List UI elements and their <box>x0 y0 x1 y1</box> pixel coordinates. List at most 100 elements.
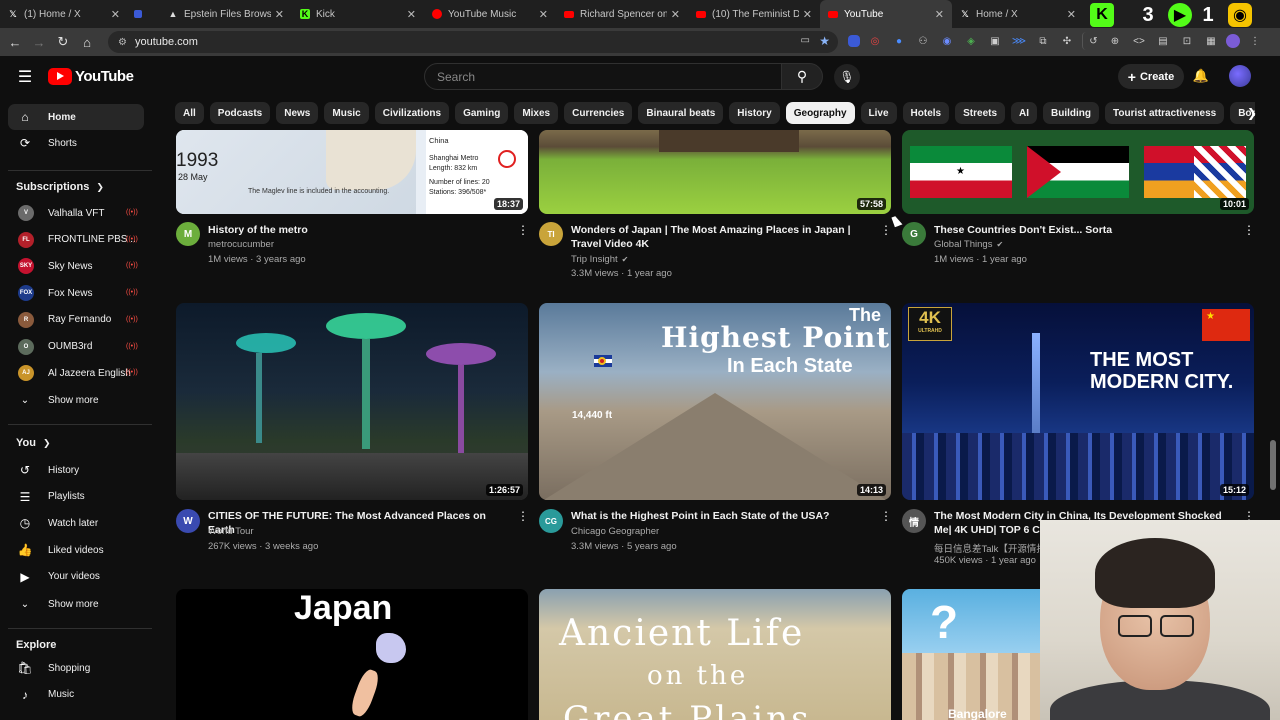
video-thumbnail[interactable]: 57:58 <box>539 130 891 214</box>
subscriptions-heading[interactable]: Subscriptions ❯ <box>16 181 104 193</box>
browser-tab[interactable]: K Kick ✕ <box>292 0 424 28</box>
channel-name[interactable]: Global Things ✔ <box>934 239 1003 250</box>
close-tab-icon[interactable]: ✕ <box>1067 8 1076 21</box>
chip-geography[interactable]: Geography <box>785 102 855 124</box>
chip-all[interactable]: All <box>175 102 204 124</box>
video-title[interactable]: What is the Highest Point in Each State … <box>571 509 876 523</box>
video-title[interactable]: Wonders of Japan | The Most Amazing Plac… <box>571 223 876 251</box>
sidebar-item-subscription[interactable]: R Ray Fernando ((•)) <box>8 307 144 333</box>
show-more-subscriptions[interactable]: ⌄ Show more <box>8 387 144 413</box>
sidebar-item-subscription[interactable]: FL FRONTLINE PBS ... ((•)) <box>8 227 144 253</box>
browser-tab[interactable] <box>128 0 160 28</box>
extension-icon[interactable]: ◉ <box>938 32 956 50</box>
channel-avatar[interactable]: 情 <box>902 509 926 533</box>
channel-name[interactable]: World Tour <box>208 526 254 537</box>
close-tab-icon[interactable]: ✕ <box>803 8 812 21</box>
menu-kebab-icon[interactable]: ⋮ <box>1246 32 1264 50</box>
chip-hotels[interactable]: Hotels <box>902 102 950 124</box>
video-title[interactable]: These Countries Don't Exist... Sorta <box>934 223 1234 237</box>
video-thumbnail[interactable]: Japan <box>176 589 528 720</box>
back-icon[interactable]: ← <box>3 30 27 54</box>
search-input[interactable]: Search <box>424 63 782 90</box>
extension-icon[interactable]: ↺ <box>1082 32 1100 50</box>
channel-avatar[interactable]: W <box>176 509 200 533</box>
sidebar-item-subscription[interactable]: O OUMB3rd ((•)) <box>8 334 144 360</box>
video-thumbnail[interactable]: The Highest Point In Each State 14,440 f… <box>539 303 891 500</box>
chip-ai[interactable]: AI <box>1011 102 1038 124</box>
video-menu-icon[interactable]: ⋮ <box>1243 223 1255 237</box>
you-heading[interactable]: You ❯ <box>16 437 51 449</box>
sidebar-item-music[interactable]: ♪ Music <box>8 682 144 708</box>
sidebar-item-home[interactable]: ⌂ Home <box>8 104 144 130</box>
close-tab-icon[interactable]: ✕ <box>671 8 680 21</box>
chip-mixes[interactable]: Mixes <box>514 102 559 124</box>
close-tab-icon[interactable]: ✕ <box>539 8 548 21</box>
video-menu-icon[interactable]: ⋮ <box>517 223 529 237</box>
channel-name[interactable]: 每日信息差Talk【开源情报】 <box>934 541 1055 555</box>
video-menu-icon[interactable]: ⋮ <box>880 223 892 237</box>
home-icon[interactable]: ⌂ <box>75 30 99 54</box>
browser-tab[interactable]: (10) The Feminist Debat ✕ <box>688 0 820 28</box>
chevron-right-icon[interactable]: ❯ <box>1242 103 1262 123</box>
chip-civilizations[interactable]: Civilizations <box>374 102 450 124</box>
hamburger-menu-icon[interactable]: ☰ <box>14 66 36 88</box>
extension-icon[interactable]: ▤ <box>1154 32 1172 50</box>
create-button[interactable]: + Create <box>1118 64 1184 89</box>
sidebar-item-subscription[interactable]: SKY Sky News ((•)) <box>8 253 144 279</box>
notifications-bell-icon[interactable]: 🔔 <box>1191 66 1211 86</box>
browser-tab[interactable]: ▲ Epstein Files Browser ✕ <box>160 0 292 28</box>
chip-live[interactable]: Live <box>860 102 897 124</box>
extension-icon[interactable]: ⋙ <box>1010 32 1028 50</box>
bookmark-star-icon[interactable]: ★ <box>819 34 830 48</box>
extension-icon[interactable]: ▦ <box>1202 32 1220 50</box>
youtube-logo[interactable]: YouTube <box>48 68 134 85</box>
browser-tab[interactable]: YouTube Music ✕ <box>424 0 556 28</box>
sidebar-item-shopping[interactable]: 🛍 Shopping <box>8 655 144 681</box>
video-thumbnail[interactable]: 1993 28 May The Maglev line is included … <box>176 130 528 214</box>
video-menu-icon[interactable]: ⋮ <box>880 509 892 523</box>
chip-news[interactable]: News <box>276 102 319 124</box>
sidebar-item-watch-later[interactable]: ◷ Watch later <box>8 510 144 536</box>
extension-icon[interactable]: ⧉ <box>1034 32 1052 50</box>
site-settings-icon[interactable]: ⚙ <box>118 37 127 48</box>
close-tab-icon[interactable]: ✕ <box>935 8 944 21</box>
extension-icon[interactable]: ● <box>890 32 908 50</box>
video-thumbnail[interactable]: ★ 10:01 <box>902 130 1254 214</box>
video-thumbnail[interactable]: Ancient Life on the Great Plains <box>539 589 891 720</box>
search-button[interactable]: ⚲ <box>781 63 823 90</box>
video-thumbnail[interactable]: 1:26:57 <box>176 303 528 500</box>
sidebar-item-subscription[interactable]: V Valhalla VFT ((•)) <box>8 200 144 226</box>
show-more-you[interactable]: ⌄ Show more <box>8 591 144 617</box>
channel-name[interactable]: Trip Insight ✔ <box>571 254 628 265</box>
extension-icon[interactable] <box>848 35 860 47</box>
sidebar-item-your-videos[interactable]: ▶ Your videos <box>8 564 144 590</box>
chip-podcasts[interactable]: Podcasts <box>209 102 271 124</box>
extension-icon[interactable]: ◈ <box>962 32 980 50</box>
video-title[interactable]: CITIES OF THE FUTURE: The Most Advanced … <box>208 509 513 537</box>
channel-name[interactable]: metrocucumber <box>208 239 274 250</box>
channel-avatar[interactable]: TI <box>539 222 563 246</box>
forward-icon[interactable]: → <box>27 30 51 54</box>
browser-tab-active[interactable]: YouTube ✕ <box>820 0 952 28</box>
close-tab-icon[interactable]: ✕ <box>407 8 416 21</box>
channel-avatar[interactable]: M <box>176 222 200 246</box>
chip-currencies[interactable]: Currencies <box>564 102 633 124</box>
sidebar-item-history[interactable]: ↺ History <box>8 457 144 483</box>
channel-avatar[interactable]: G <box>902 222 926 246</box>
browser-tab[interactable]: 𝕏 (1) Home / X ✕ <box>0 0 128 28</box>
chip-music[interactable]: Music <box>324 102 369 124</box>
chip-streets[interactable]: Streets <box>955 102 1006 124</box>
chip-binaural-beats[interactable]: Binaural beats <box>638 102 724 124</box>
extensions-puzzle-icon[interactable]: ✣ <box>1058 32 1076 50</box>
extension-icon[interactable]: ▣ <box>986 32 1004 50</box>
chip-building[interactable]: Building <box>1043 102 1100 124</box>
browser-tab[interactable]: 𝕏 Home / X ✕ <box>952 0 1084 28</box>
close-tab-icon[interactable]: ✕ <box>275 8 284 21</box>
video-title[interactable]: History of the metro <box>208 223 508 237</box>
profile-icon[interactable] <box>1226 34 1240 48</box>
cast-icon[interactable]: ▭ <box>801 35 810 46</box>
close-tab-icon[interactable]: ✕ <box>111 8 120 21</box>
sidebar-item-subscription[interactable]: AJ Al Jazeera English ((•)) <box>8 360 144 386</box>
extension-icon[interactable]: ⊡ <box>1178 32 1196 50</box>
extension-icon[interactable]: ◎ <box>866 32 884 50</box>
